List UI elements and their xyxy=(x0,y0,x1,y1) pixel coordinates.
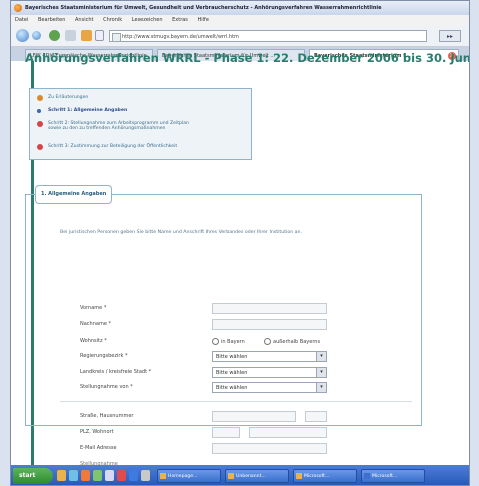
task-icon xyxy=(364,473,370,479)
quicklaunch-icon[interactable] xyxy=(105,470,114,481)
menu-bar: Datei Bearbeiten Ansicht Chronik Lesezei… xyxy=(11,15,469,26)
vorname-input[interactable] xyxy=(212,303,327,314)
step-label-2: sowie zu den zu treffenden Anhörungsmaßn… xyxy=(48,126,166,131)
quicklaunch-icon[interactable] xyxy=(93,470,102,481)
chevron-down-icon: ▾ xyxy=(316,352,326,361)
strasse-input[interactable] xyxy=(212,411,296,422)
navigation-toolbar: http://www.stmugv.bayern.de/umwelt/wrrl.… xyxy=(11,26,469,47)
label-plz: PLZ, Wohnort xyxy=(80,429,114,435)
firefox-icon xyxy=(14,4,22,12)
window-title: Bayerisches Staatsministerium für Umwelt… xyxy=(25,5,382,11)
menu-item-datei[interactable]: Datei xyxy=(15,17,28,23)
address-url: http://www.stmugv.bayern.de/umwelt/wrrl.… xyxy=(122,34,239,40)
menu-item-bearbeiten[interactable]: Bearbeiten xyxy=(38,17,65,23)
quicklaunch-icon[interactable] xyxy=(81,470,90,481)
stellungnahme-select[interactable]: Bitte wählen ▾ xyxy=(212,382,327,393)
label-vorname: Vorname * xyxy=(80,305,107,311)
taskbar-task[interactable]: Microsoft... xyxy=(361,469,425,483)
site-icon xyxy=(112,33,121,42)
chevron-down-icon: ▾ xyxy=(316,368,326,377)
section-title: 1. Allgemeine Angaben xyxy=(35,185,113,204)
menu-item-chronik[interactable]: Chronik xyxy=(103,17,122,23)
task-icon xyxy=(160,473,166,479)
step-bullet-icon xyxy=(37,144,43,150)
page-icon xyxy=(95,30,104,41)
select-value: Bitte wählen xyxy=(216,385,248,391)
radio-in-bayern[interactable]: in Bayern xyxy=(212,338,245,345)
step-bullet-icon xyxy=(37,109,41,113)
step-1[interactable]: Schritt 1: Allgemeine Angaben xyxy=(37,108,128,113)
label-strasse: Straße, Hausnummer xyxy=(80,413,134,419)
start-button[interactable]: start xyxy=(13,468,53,484)
landkreis-select[interactable]: Bitte wählen ▾ xyxy=(212,367,327,378)
quicklaunch-icon[interactable] xyxy=(57,470,66,481)
task-icon xyxy=(228,473,234,479)
steps-box: Zu Erläuterungen Schritt 1: Allgemeine A… xyxy=(29,88,252,160)
quicklaunch-icon[interactable] xyxy=(129,470,138,481)
radio-label: außerhalb Bayerns xyxy=(273,339,321,345)
nachname-input[interactable] xyxy=(212,319,327,330)
back-icon[interactable] xyxy=(16,29,29,42)
wohnort-input[interactable] xyxy=(249,427,327,438)
radio-label: in Bayern xyxy=(221,339,245,345)
title-bar: Bayerisches Staatsministerium für Umwelt… xyxy=(11,1,469,15)
label-wohnsitz: Wohnsitz * xyxy=(80,338,107,344)
regierungsbezirk-select[interactable]: Bitte wählen ▾ xyxy=(212,351,327,362)
menu-item-extras[interactable]: Extras xyxy=(172,17,188,23)
step-bullet-icon xyxy=(37,95,43,101)
select-value: Bitte wählen xyxy=(216,370,248,376)
step-label: Zu Erläuterungen xyxy=(48,95,89,100)
quicklaunch-icon[interactable] xyxy=(141,470,150,481)
step-erlaeuterungen[interactable]: Zu Erläuterungen xyxy=(37,95,89,101)
intro-text: Bei juristischen Personen geben Sie bitt… xyxy=(60,230,303,235)
taskbar-task[interactable]: Unbenannt... xyxy=(225,469,289,483)
quicklaunch-icon[interactable] xyxy=(69,470,78,481)
address-bar[interactable]: http://www.stmugv.bayern.de/umwelt/wrrl.… xyxy=(109,30,427,42)
task-label: Microsoft... xyxy=(372,474,398,479)
taskbar-task[interactable]: Homepage... xyxy=(157,469,221,483)
step-bullet-icon xyxy=(37,121,43,127)
forward-icon[interactable] xyxy=(32,31,41,40)
step-2[interactable]: Schritt 2: Stellungnahme zum Arbeitsprog… xyxy=(37,121,189,131)
hausnummer-input[interactable] xyxy=(305,411,327,422)
browser-window: Bayerisches Staatsministerium für Umwelt… xyxy=(10,0,470,486)
page-title: Anhörungsverfahren WRRL - Phase 1: 22. D… xyxy=(25,51,470,65)
task-label: Microsoft... xyxy=(304,474,330,479)
task-icon xyxy=(296,473,302,479)
radio-icon xyxy=(212,338,219,345)
divider xyxy=(60,401,412,402)
label-landkreis: Landkreis / kreisfreie Stadt * xyxy=(80,369,152,375)
label-email: E-Mail Adresse xyxy=(80,445,117,451)
stop-icon[interactable] xyxy=(65,30,76,41)
taskbar-task[interactable]: Microsoft... xyxy=(293,469,357,483)
reload-icon[interactable] xyxy=(49,30,60,41)
radio-ausserhalb-bayerns[interactable]: außerhalb Bayerns xyxy=(264,338,320,345)
step-label: Schritt 1: Allgemeine Angaben xyxy=(48,108,128,113)
taskbar: start Homepage... Unbenannt... Microsoft… xyxy=(11,465,469,485)
email-input[interactable] xyxy=(212,443,327,454)
step-label: Schritt 3: Zustimmung zur Beteiligung de… xyxy=(48,144,178,149)
menu-item-hilfe[interactable]: Hilfe xyxy=(198,17,209,23)
go-button[interactable]: ▸▸ xyxy=(439,30,461,42)
task-label: Unbenannt... xyxy=(236,474,266,479)
radio-icon xyxy=(264,338,271,345)
label-regierungsbezirk: Regierungsbezirk * xyxy=(80,353,128,359)
chevron-down-icon: ▾ xyxy=(316,383,326,392)
select-value: Bitte wählen xyxy=(216,354,248,360)
menu-item-lesezeichen[interactable]: Lesezeichen xyxy=(132,17,163,23)
step-3[interactable]: Schritt 3: Zustimmung zur Beteiligung de… xyxy=(37,144,178,150)
quicklaunch-icon[interactable] xyxy=(117,470,126,481)
label-stellungnahme: Stellungnahme von * xyxy=(80,384,133,390)
plz-input[interactable] xyxy=(212,427,240,438)
menu-item-ansicht[interactable]: Ansicht xyxy=(75,17,93,23)
task-label: Homepage... xyxy=(168,474,198,479)
home-icon[interactable] xyxy=(81,30,92,41)
label-nachname: Nachname * xyxy=(80,321,111,327)
